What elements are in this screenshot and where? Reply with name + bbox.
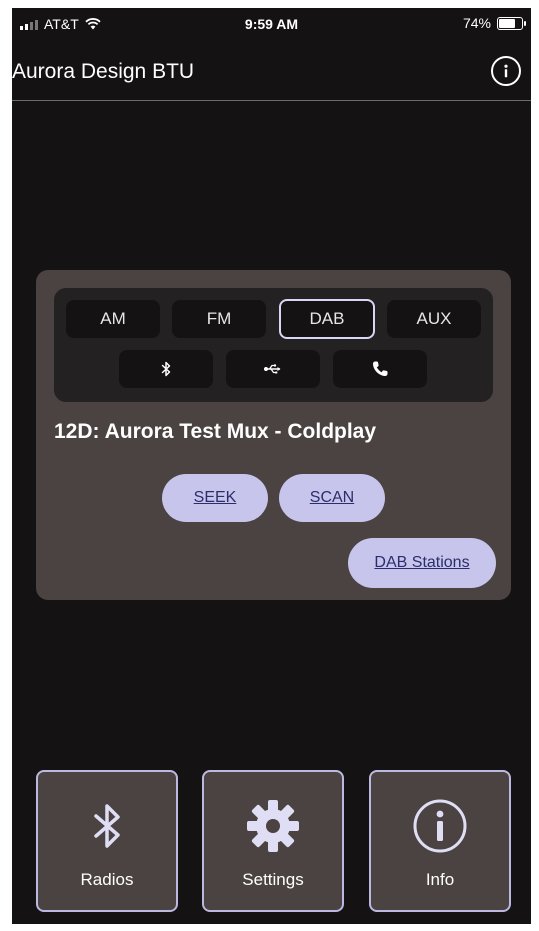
mode-selector: AM FM DAB AUX bbox=[54, 288, 493, 402]
status-time: 9:59 AM bbox=[244, 16, 299, 32]
radios-label: Radios bbox=[80, 870, 134, 889]
settings-icon-wrap bbox=[204, 798, 342, 854]
info-icon bbox=[413, 799, 467, 853]
station-label: 12D: Aurora Test Mux - Coldplay bbox=[54, 420, 377, 443]
mode-bluetooth-button[interactable] bbox=[119, 350, 213, 388]
phone-icon bbox=[373, 361, 388, 376]
phone-screen: AT&T 9:59 AM 74% Aurora Design BTU AM FM bbox=[12, 8, 531, 924]
scan-button[interactable]: SCAN bbox=[279, 474, 385, 522]
info-label: Info bbox=[425, 870, 455, 889]
bluetooth-icon bbox=[94, 804, 120, 848]
battery-percent: 74% bbox=[462, 15, 491, 31]
info-icon-wrap bbox=[371, 798, 509, 854]
battery-icon bbox=[497, 16, 526, 30]
usb-icon bbox=[264, 364, 281, 374]
seek-button[interactable]: SEEK bbox=[162, 474, 268, 522]
mode-usb-button[interactable] bbox=[226, 350, 320, 388]
mode-fm-button[interactable]: FM bbox=[172, 300, 266, 338]
bluetooth-icon bbox=[161, 361, 171, 377]
battery-fill bbox=[499, 18, 515, 28]
info-button[interactable]: Info bbox=[369, 770, 511, 912]
info-icon bbox=[504, 64, 508, 78]
mode-dab-button[interactable]: DAB bbox=[279, 299, 375, 339]
app-header: Aurora Design BTU bbox=[12, 46, 531, 101]
mode-aux-button[interactable]: AUX bbox=[387, 300, 481, 338]
gear-icon bbox=[247, 800, 299, 852]
radios-button[interactable]: Radios bbox=[36, 770, 178, 912]
mode-phone-button[interactable] bbox=[333, 350, 427, 388]
status-bar: AT&T 9:59 AM 74% bbox=[12, 8, 531, 40]
dab-stations-button[interactable]: DAB Stations bbox=[348, 538, 496, 588]
header-info-button[interactable] bbox=[491, 56, 521, 86]
radio-card: AM FM DAB AUX 12D: Aurora Test Mux - Col… bbox=[36, 270, 511, 600]
settings-button[interactable]: Settings bbox=[202, 770, 344, 912]
settings-label: Settings bbox=[242, 870, 304, 889]
radios-icon-wrap bbox=[38, 798, 176, 854]
status-right: 74% bbox=[462, 15, 526, 31]
page-title: Aurora Design BTU bbox=[12, 60, 195, 83]
mode-am-button[interactable]: AM bbox=[66, 300, 160, 338]
